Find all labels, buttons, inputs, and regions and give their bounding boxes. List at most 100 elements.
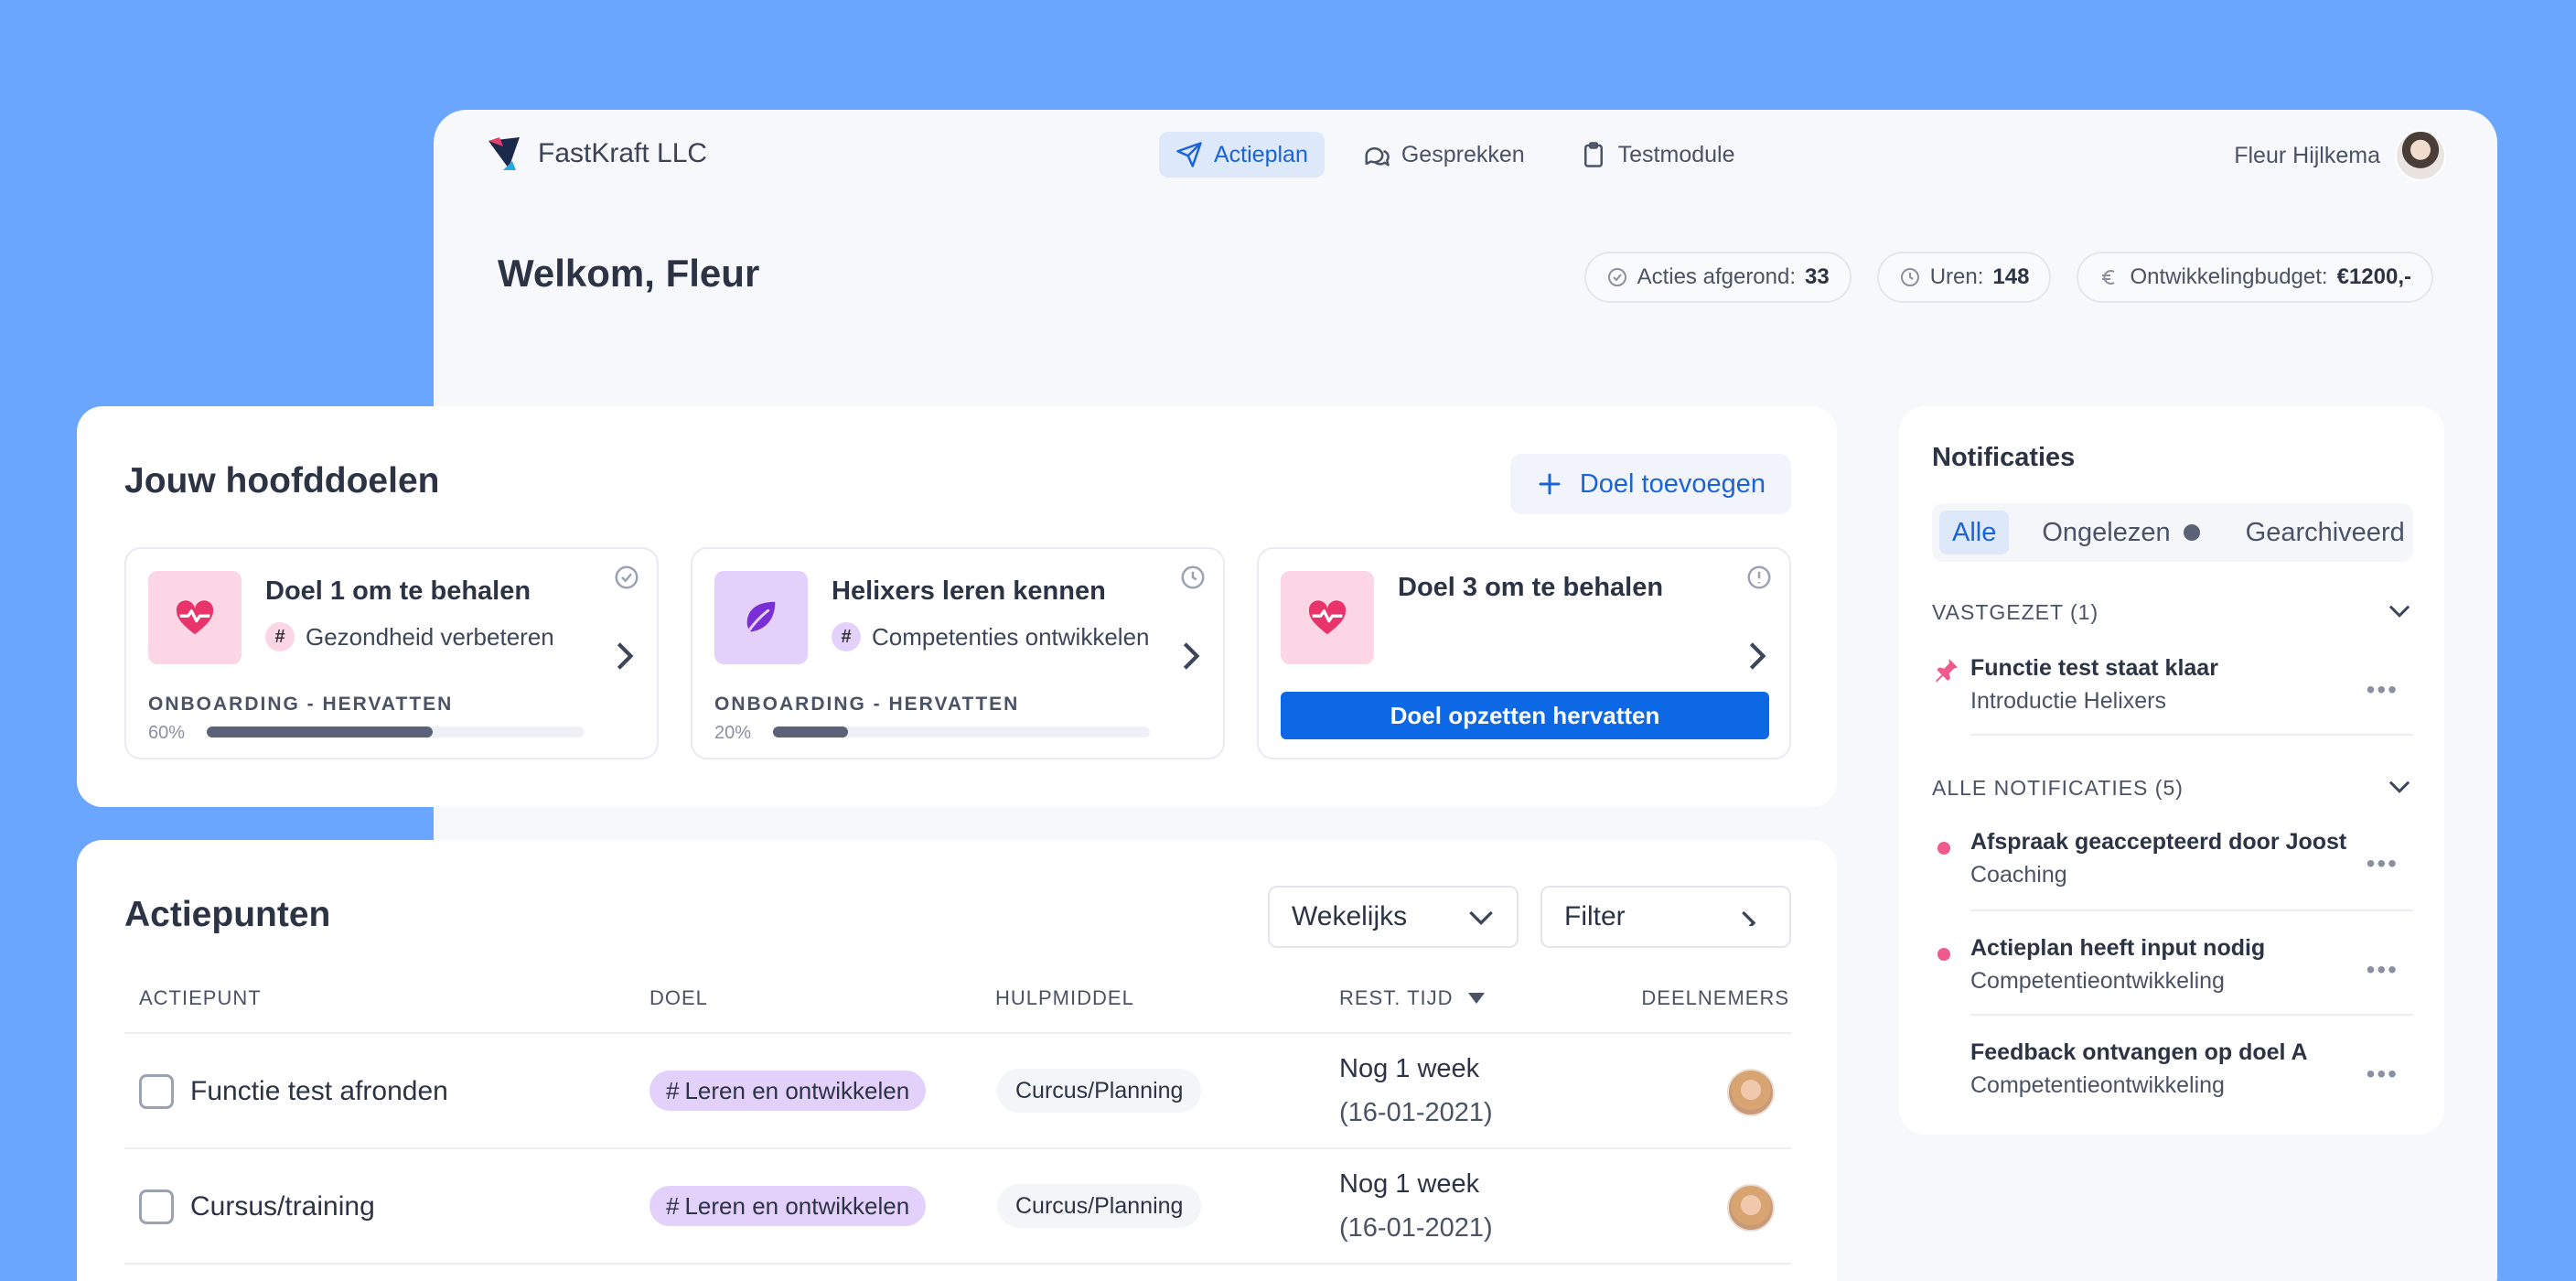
period-select-value: Wekelijks xyxy=(1292,901,1408,931)
actions-card: Actiepunten Wekelijks Filter ACTIEPUNT D… xyxy=(77,840,1837,1281)
goal-card-1[interactable]: Doel 1 om te behalen # Gezondheid verbet… xyxy=(124,547,659,759)
goals-card: Jouw hoofddoelen Doel toevoegen Doel 1 o… xyxy=(77,406,1837,807)
user-menu[interactable]: Fleur Hijlkema xyxy=(2234,130,2446,181)
divider xyxy=(1970,1014,2413,1016)
top-navigation-bar: FastKraft LLC Actieplan Gesprekken Testm… xyxy=(434,110,2497,210)
clock-icon xyxy=(1899,266,1921,288)
notification-title: Feedback ontvangen op doel A xyxy=(1970,1039,2308,1065)
hulpmiddel-tag: Curcus/Planning xyxy=(997,1069,1202,1113)
hashtag-icon: # xyxy=(265,622,295,651)
brand-name: FastKraft LLC xyxy=(538,138,708,168)
column-header-actiepunt[interactable]: ACTIEPUNT xyxy=(139,986,262,1010)
clock-icon xyxy=(1179,564,1207,591)
alert-circle-icon xyxy=(1745,564,1773,591)
hashtag-icon: # xyxy=(666,1076,680,1104)
notifications-panel: Notificaties Alle Ongelezen Gearchiveerd… xyxy=(1899,406,2444,1135)
more-options-icon[interactable]: ••• xyxy=(2367,1060,2399,1089)
notification-item[interactable]: Feedback ontvangen op doel A Competentie… xyxy=(1932,1039,2413,1103)
stat-ontwikkelingbudget: Ontwikkelingbudget: €1200,- xyxy=(2077,252,2433,303)
column-header-deelnemers[interactable]: DEELNEMERS xyxy=(1641,986,1789,1010)
goal-progress-label: ONBOARDING - HERVATTEN xyxy=(714,694,1020,715)
goals-title: Jouw hoofddoelen xyxy=(124,461,440,501)
tab-ongelezen[interactable]: Ongelezen xyxy=(2029,511,2212,554)
stat-value: 33 xyxy=(1805,264,1830,289)
resume-goal-button[interactable]: Doel opzetten hervatten xyxy=(1281,692,1769,739)
notification-item[interactable]: Afspraak geaccepteerd door Joost Coachin… xyxy=(1932,829,2413,893)
chevron-down-icon[interactable] xyxy=(2388,778,2411,794)
goal-progress-bar xyxy=(207,727,584,737)
nav-item-testmodule[interactable]: Testmodule xyxy=(1563,132,1752,178)
notification-item-pinned[interactable]: Functie test staat klaar Introductie Hel… xyxy=(1932,655,2413,719)
more-options-icon[interactable]: ••• xyxy=(2367,955,2399,985)
nav-item-label: Gesprekken xyxy=(1401,141,1525,167)
avatar xyxy=(2395,130,2446,181)
period-select[interactable]: Wekelijks xyxy=(1268,886,1519,948)
notification-subtitle: Competentieontwikkeling xyxy=(1970,1072,2225,1098)
chevron-right-icon[interactable] xyxy=(1744,640,1769,672)
nav-item-gesprekken[interactable]: Gesprekken xyxy=(1347,132,1541,178)
check-circle-icon xyxy=(1606,266,1628,288)
goal-progress-percent: 20% xyxy=(714,723,752,743)
more-options-icon[interactable]: ••• xyxy=(2367,849,2399,878)
plus-icon xyxy=(1536,470,1563,498)
chevron-right-icon[interactable] xyxy=(611,640,637,672)
actiepunt-name: Cursus/training xyxy=(190,1191,375,1222)
divider xyxy=(1970,910,2413,911)
all-notifications-header[interactable]: ALLE NOTIFICATIES (5) xyxy=(1932,776,2184,801)
check-circle-icon xyxy=(613,564,640,591)
notification-tabs: Alle Ongelezen Gearchiveerd xyxy=(1932,503,2413,562)
filter-select[interactable]: Filter xyxy=(1540,886,1791,948)
chevron-right-icon[interactable] xyxy=(1177,640,1203,672)
goal-progress-fill xyxy=(207,727,434,737)
nav-item-actieplan[interactable]: Actieplan xyxy=(1159,132,1325,178)
unread-dot-icon xyxy=(1937,842,1950,855)
notification-title: Afspraak geaccepteerd door Joost xyxy=(1970,829,2347,855)
participant-avatar[interactable] xyxy=(1727,1184,1775,1232)
brand[interactable]: FastKraft LLC xyxy=(485,134,707,174)
stats-bar: Acties afgerond: 33 Uren: 148 Ontwikkeli… xyxy=(1583,252,2433,303)
notifications-title: Notificaties xyxy=(1932,443,2076,472)
stat-value: 148 xyxy=(1992,264,2030,289)
goal-progress-percent: 60% xyxy=(148,723,186,743)
row-checkbox[interactable] xyxy=(139,1074,174,1109)
notification-title: Functie test staat klaar xyxy=(1970,655,2218,681)
rest-tijd-date: (16-01-2021) xyxy=(1339,1213,1493,1243)
notification-item[interactable]: Actieplan heeft input nodig Competentieo… xyxy=(1932,935,2413,999)
table-divider xyxy=(124,1032,1791,1034)
column-header-hulpmiddel[interactable]: HULPMIDDEL xyxy=(995,986,1134,1010)
tab-label: Ongelezen xyxy=(2042,517,2171,547)
divider xyxy=(1970,734,2413,736)
row-checkbox[interactable] xyxy=(139,1190,174,1224)
notification-subtitle: Competentieontwikkeling xyxy=(1970,968,2225,994)
chevron-down-icon xyxy=(1467,908,1495,926)
hulpmiddel-tag: Curcus/Planning xyxy=(997,1184,1202,1228)
goal-card-2[interactable]: Helixers leren kennen # Competenties ont… xyxy=(691,547,1225,759)
goal-card-3[interactable]: Doel 3 om te behalen Doel opzetten herva… xyxy=(1257,547,1791,759)
hashtag-icon: # xyxy=(832,622,861,651)
chevron-down-icon[interactable] xyxy=(2388,602,2411,619)
stat-uren: Uren: 148 xyxy=(1876,252,2052,303)
rest-tijd: Nog 1 week (16-01-2021) xyxy=(1339,1162,1493,1250)
rest-tijd: Nog 1 week (16-01-2021) xyxy=(1339,1047,1493,1135)
goal-title: Doel 1 om te behalen xyxy=(265,576,531,606)
stat-value: €1200,- xyxy=(2336,264,2411,289)
add-goal-label: Doel toevoegen xyxy=(1579,468,1766,499)
actiepunt-name: Functie test afronden xyxy=(190,1076,448,1106)
stat-label: Uren: xyxy=(1929,264,1984,289)
goal-tag-label: Competenties ontwikkelen xyxy=(872,622,1150,651)
stat-label: Ontwikkelingbudget: xyxy=(2130,264,2328,289)
nav-item-label: Actieplan xyxy=(1214,141,1308,167)
pinned-section-header[interactable]: VASTGEZET (1) xyxy=(1932,600,2098,625)
tab-alle[interactable]: Alle xyxy=(1939,511,2010,554)
hashtag-icon: # xyxy=(666,1191,680,1220)
column-header-doel[interactable]: DOEL xyxy=(649,986,708,1010)
column-header-rest-tijd[interactable]: REST. TIJD xyxy=(1339,986,1487,1010)
add-goal-button[interactable]: Doel toevoegen xyxy=(1509,454,1791,514)
page-title: Welkom, Fleur xyxy=(498,252,760,295)
participant-avatar[interactable] xyxy=(1727,1069,1775,1116)
tab-gearchiveerd[interactable]: Gearchiveerd xyxy=(2233,511,2418,554)
fastkraft-logo-icon xyxy=(485,134,525,174)
more-options-icon[interactable]: ••• xyxy=(2367,675,2399,705)
goal-tag: # Gezondheid verbeteren xyxy=(265,622,554,651)
unread-indicator-icon xyxy=(2183,524,2200,541)
